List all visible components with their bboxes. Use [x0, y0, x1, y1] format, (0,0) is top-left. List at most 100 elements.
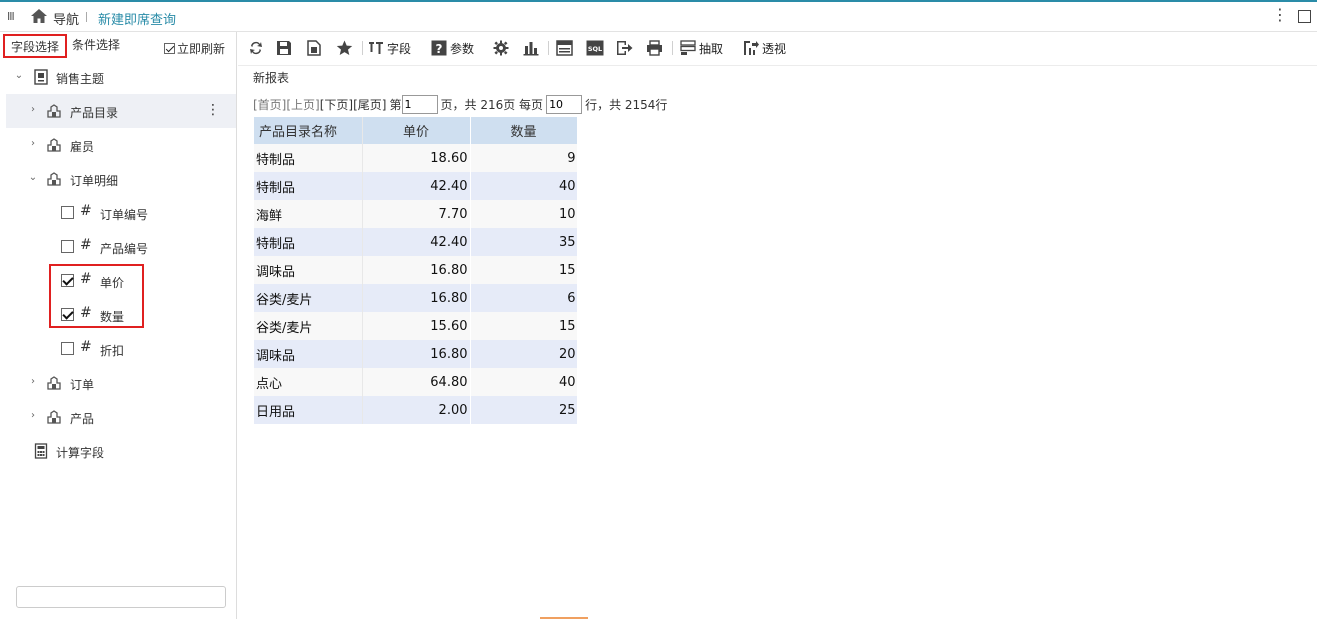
refresh-button[interactable]	[248, 39, 264, 57]
field-label: 产品编号	[100, 242, 149, 256]
tree-search-input[interactable]	[16, 586, 226, 608]
chevron-right-icon[interactable]: ›	[28, 410, 38, 421]
breadcrumb-divider	[86, 12, 87, 22]
cell-category: 日用品	[254, 396, 363, 424]
field-discount[interactable]: # 折扣	[6, 332, 236, 366]
numeric-field-icon: #	[80, 339, 92, 355]
svg-text:SQL: SQL	[588, 45, 602, 53]
table-icon	[47, 104, 61, 118]
fields-icon	[369, 42, 383, 54]
tree-node-calculated-fields[interactable]: 计算字段	[6, 434, 236, 468]
chevron-right-icon[interactable]: ›	[28, 138, 38, 149]
menu-icon[interactable]: III	[7, 10, 15, 23]
tab-field-selection[interactable]: 字段选择	[3, 34, 68, 58]
cell-quantity: 6	[470, 284, 578, 312]
cell-category: 海鲜	[254, 200, 363, 228]
cell-category: 调味品	[254, 340, 363, 368]
node-more-icon[interactable]: ⋮	[206, 103, 220, 117]
field-checkbox[interactable]	[61, 206, 74, 219]
table-row: 调味品 16.80 15	[254, 256, 578, 284]
save-as-icon	[307, 40, 321, 56]
tree-root[interactable]: ⌄ 销售主题	[6, 60, 236, 94]
chart-button[interactable]	[523, 39, 539, 57]
sql-button[interactable]: SQL	[586, 39, 604, 57]
chevron-down-icon[interactable]: ⌄	[28, 172, 38, 183]
tree-node-label: 订单明细	[70, 174, 119, 188]
field-checkbox[interactable]	[61, 240, 74, 253]
tree-root-label: 销售主题	[56, 72, 105, 86]
field-checkbox[interactable]	[61, 342, 74, 355]
chevron-down-icon[interactable]: ⌄	[14, 70, 24, 81]
cell-unit-price: 7.70	[362, 200, 471, 228]
tree-node-products[interactable]: › 产品	[6, 400, 236, 434]
pivot-label: 透视	[762, 41, 787, 56]
pivot-icon	[744, 41, 759, 55]
params-icon: ?	[431, 40, 447, 56]
column-header[interactable]: 单价	[362, 117, 471, 144]
save-as-button[interactable]	[306, 39, 322, 57]
pivot-button[interactable]: 透视	[743, 39, 786, 57]
tree-node-orders[interactable]: › 订单	[6, 366, 236, 400]
cell-unit-price: 16.80	[362, 340, 471, 368]
tree-node-label: 产品目录	[70, 106, 119, 120]
numeric-field-icon: #	[80, 237, 92, 253]
more-options-icon[interactable]: ⋮	[1272, 7, 1288, 23]
tree-node-employees[interactable]: › 雇员	[6, 128, 236, 162]
cell-unit-price: 2.00	[362, 396, 471, 424]
table-header-row: 产品目录名称 单价 数量	[254, 117, 578, 144]
cell-unit-price: 16.80	[362, 256, 471, 284]
report-table: 产品目录名称 单价 数量 特制品 18.60 9 特制品 42.40 40 海鲜…	[254, 117, 578, 424]
table-icon	[47, 376, 61, 390]
numeric-field-icon: #	[80, 203, 92, 219]
export-button[interactable]	[616, 39, 633, 57]
cell-category: 特制品	[254, 144, 363, 172]
auto-refresh-label: 立即刷新	[177, 42, 226, 56]
extract-button[interactable]: 抽取	[680, 39, 723, 57]
print-button[interactable]	[646, 39, 663, 57]
toolbar-divider	[548, 41, 549, 55]
cell-category: 特制品	[254, 228, 363, 256]
auto-refresh-toggle[interactable]: 立即刷新	[164, 40, 225, 57]
tree-node-product-catalog[interactable]: › 产品目录 ⋮	[6, 94, 236, 128]
page-number-input[interactable]	[401, 94, 438, 114]
auto-refresh-checkbox[interactable]	[164, 43, 175, 54]
tree-node-order-details[interactable]: ⌄ 订单明细	[6, 162, 236, 196]
home-icon[interactable]	[30, 7, 48, 25]
params-label: 参数	[450, 41, 475, 56]
chevron-right-icon[interactable]: ›	[28, 376, 38, 387]
table-icon	[47, 410, 61, 424]
subject-icon	[34, 69, 48, 85]
table-row: 特制品 18.60 9	[254, 144, 578, 172]
save-icon	[277, 41, 291, 55]
fields-button[interactable]: 字段	[368, 39, 411, 57]
table-row: 海鲜 7.70 10	[254, 200, 578, 228]
settings-button[interactable]	[493, 39, 509, 57]
refresh-icon	[250, 41, 262, 55]
pager-next[interactable]: [下页]	[320, 96, 353, 113]
chevron-right-icon[interactable]: ›	[28, 104, 38, 115]
tree-node-label: 计算字段	[56, 446, 105, 460]
pager-prev[interactable]: [上页]	[286, 96, 319, 113]
tab-new-adhoc-query[interactable]: 新建即席查询	[98, 9, 176, 28]
top-bar: III 导航 新建即席查询 ⋮	[0, 0, 1317, 32]
column-header[interactable]: 数量	[470, 117, 578, 144]
tab-condition-selection[interactable]: 条件选择	[66, 34, 126, 58]
maximize-icon[interactable]	[1298, 10, 1311, 23]
pager-last[interactable]: [尾页]	[353, 96, 386, 113]
export-icon	[617, 41, 633, 55]
pager-first[interactable]: [首页]	[253, 96, 286, 113]
favorite-button[interactable]	[336, 39, 353, 57]
page-size-input[interactable]	[546, 94, 583, 114]
save-button[interactable]	[276, 39, 292, 57]
left-panel: 字段选择 条件选择 立即刷新 ⌄ 销售主题 › 产品目录 ⋮ › 雇员 ⌄ 订单…	[0, 32, 237, 619]
field-order-id[interactable]: # 订单编号	[6, 196, 236, 230]
tree-node-label: 产品	[70, 412, 95, 426]
panel-tabs: 字段选择 条件选择 立即刷新	[0, 32, 237, 60]
layout-button[interactable]	[556, 39, 573, 57]
table-row: 点心 64.80 40	[254, 368, 578, 396]
field-product-id[interactable]: # 产品编号	[6, 230, 236, 264]
params-button[interactable]: ? 参数	[431, 39, 474, 57]
column-header[interactable]: 产品目录名称	[254, 117, 363, 144]
nav-link[interactable]: 导航	[53, 9, 79, 28]
cell-category: 谷类/麦片	[254, 284, 363, 312]
